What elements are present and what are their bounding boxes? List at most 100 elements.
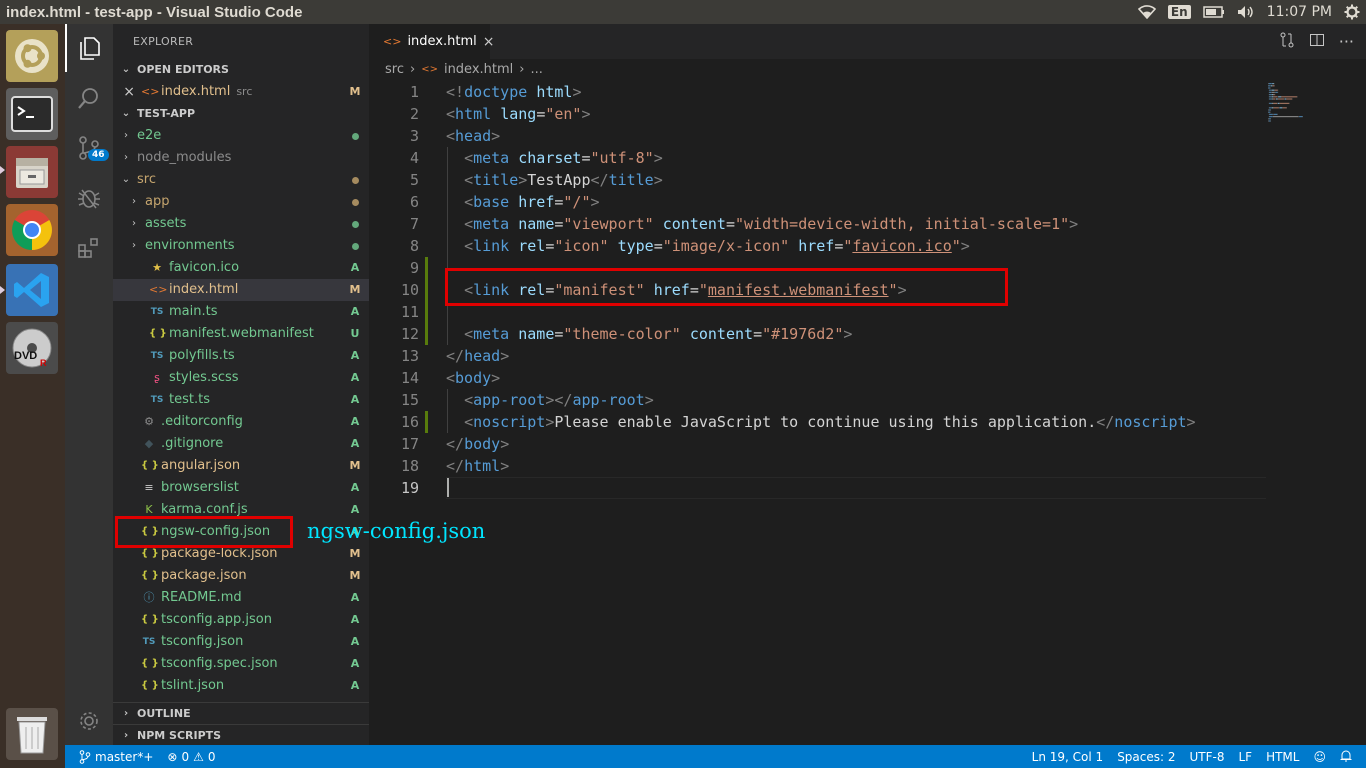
window-title: index.html - test-app - Visual Studio Co… (6, 3, 303, 21)
terminal-icon[interactable] (6, 88, 58, 140)
file-tree-item[interactable]: ≡ browserslist A (113, 477, 369, 499)
file-tree-item[interactable]: › assets (113, 213, 369, 235)
git-branch[interactable]: master*+ (79, 750, 153, 764)
line-number: 18 (400, 457, 419, 475)
file-tree-item[interactable]: TS main.ts A (113, 301, 369, 323)
code-line: <head> (446, 127, 501, 145)
feedback-smiley-icon[interactable]: ☺ (1313, 750, 1326, 764)
tab-index-html[interactable]: <> index.html × (369, 24, 494, 59)
ubuntu-dash-icon[interactable] (6, 30, 58, 82)
git-status-dot (341, 198, 369, 206)
explorer-icon[interactable] (65, 24, 113, 72)
end-of-line[interactable]: LF (1238, 750, 1252, 764)
activity-bar: 46 (65, 24, 113, 745)
keyboard-language[interactable]: En (1167, 5, 1191, 19)
file-tree-item[interactable]: ◆ .gitignore A (113, 433, 369, 455)
minimap[interactable] (1266, 81, 1354, 141)
minimap-token (1271, 89, 1275, 91)
minimap-token (1268, 120, 1269, 122)
tab-close-icon[interactable]: × (483, 34, 495, 50)
line-number: 1 (409, 83, 419, 101)
file-tree-item[interactable]: { } tslint.json A (113, 675, 369, 697)
breadcrumb-file[interactable]: index.html (444, 59, 513, 81)
wifi-icon[interactable] (1137, 5, 1156, 19)
file-tree-item[interactable]: TS test.ts A (113, 389, 369, 411)
project-header[interactable]: ⌄ TEST-APP (113, 103, 369, 125)
file-tree-item[interactable]: ʂ styles.scss A (113, 367, 369, 389)
breadcrumb-symbol[interactable]: ... (530, 59, 542, 81)
annotation-label: ngsw-config.json (307, 519, 486, 543)
git-status: A (350, 679, 360, 692)
code-line: <base href="/"> (464, 193, 600, 211)
open-changes-icon[interactable] (1279, 32, 1295, 52)
outline-header[interactable]: › OUTLINE (113, 702, 369, 724)
volume-icon[interactable] (1237, 5, 1255, 19)
file-tree-item[interactable]: TS tsconfig.json A (113, 631, 369, 653)
chevron-right-icon: › (132, 240, 136, 251)
minimap-token (1269, 91, 1272, 93)
file-tree-item[interactable]: ⚙ .editorconfig A (113, 411, 369, 433)
settings-gear-icon[interactable] (1344, 4, 1360, 20)
debug-icon[interactable] (65, 174, 113, 222)
file-tree-item-name: src (137, 172, 156, 187)
file-tree-item[interactable]: <> index.html M (113, 279, 369, 301)
horizontal-scrollbar[interactable] (446, 735, 1266, 745)
encoding[interactable]: UTF-8 (1190, 750, 1225, 764)
minimap-token (1268, 83, 1269, 85)
breadcrumb-folder[interactable]: src (385, 59, 404, 81)
star-file-icon: ★ (152, 261, 162, 274)
file-tree-item[interactable]: { } package.json M (113, 565, 369, 587)
dvd-icon[interactable]: DVD R (6, 322, 58, 374)
language-mode[interactable]: HTML (1266, 750, 1299, 764)
problems-summary[interactable]: ⊗ 0 ⚠ 0 (167, 750, 215, 764)
chrome-icon[interactable] (6, 204, 58, 256)
minimap-token (1298, 116, 1300, 118)
chevron-right-icon: › (124, 152, 128, 163)
minimap-token (1272, 113, 1274, 115)
npm-scripts-header[interactable]: › NPM SCRIPTS (113, 724, 369, 746)
cursor-position[interactable]: Ln 19, Col 1 (1032, 750, 1104, 764)
file-tree-item[interactable]: › e2e (113, 125, 369, 147)
open-editors-header[interactable]: ⌄ OPEN EDITORS (113, 59, 369, 81)
extensions-icon[interactable] (65, 224, 113, 272)
close-icon[interactable]: × (113, 81, 135, 103)
file-tree-item[interactable]: › node_modules (113, 147, 369, 169)
notifications-bell-icon[interactable] (1340, 749, 1352, 765)
file-tree-item[interactable]: ⓘ README.md A (113, 587, 369, 609)
battery-icon[interactable] (1202, 6, 1225, 18)
json-file-icon: { } (141, 658, 159, 669)
file-tree-item[interactable]: TS polyfills.ts A (113, 345, 369, 367)
file-tree-item[interactable]: { } angular.json M (113, 455, 369, 477)
line-number: 12 (400, 325, 419, 343)
minimap-token (1268, 118, 1269, 120)
explorer-sidebar: EXPLORER ⌄ OPEN EDITORS × <> index.html s… (113, 24, 369, 745)
file-manager-icon[interactable] (6, 146, 58, 198)
file-tree-item[interactable]: › app (113, 191, 369, 213)
file-tree-item[interactable]: › environments (113, 235, 369, 257)
file-tree-item[interactable]: ⌄ src (113, 169, 369, 191)
code-line: <noscript>Please enable JavaScript to co… (464, 413, 1196, 431)
chevron-down-icon: ⌄ (121, 64, 131, 75)
file-tree-item[interactable]: { } tsconfig.app.json A (113, 609, 369, 631)
file-tree-item[interactable]: ★ favicon.ico A (113, 257, 369, 279)
file-tree-item[interactable]: { } tsconfig.spec.json A (113, 653, 369, 675)
file-tree-item[interactable]: { } manifest.webmanifest U (113, 323, 369, 345)
vscode-icon[interactable] (6, 264, 58, 316)
split-editor-icon[interactable] (1309, 32, 1325, 52)
more-actions-icon[interactable]: ··· (1339, 32, 1354, 51)
minimap-token (1289, 102, 1290, 104)
line-number: 15 (400, 391, 419, 409)
code-editor[interactable]: 1 <!doctype html> 2 <html lang="en"> 3 <head>… (369, 81, 1366, 745)
source-control-icon[interactable]: 46 (65, 124, 113, 172)
trash-icon[interactable] (6, 708, 58, 760)
vertical-scrollbar[interactable] (1352, 81, 1366, 745)
open-editor-item[interactable]: × <> index.html src M (113, 81, 369, 103)
minimap-token (1286, 98, 1292, 100)
minimap-token (1282, 107, 1287, 109)
search-icon[interactable] (65, 74, 113, 122)
minimap-token (1270, 85, 1273, 87)
indentation[interactable]: Spaces: 2 (1117, 750, 1175, 764)
manage-gear-icon[interactable] (65, 697, 113, 745)
clock[interactable]: 11:07 PM (1267, 4, 1332, 20)
minimap-token (1270, 109, 1272, 111)
